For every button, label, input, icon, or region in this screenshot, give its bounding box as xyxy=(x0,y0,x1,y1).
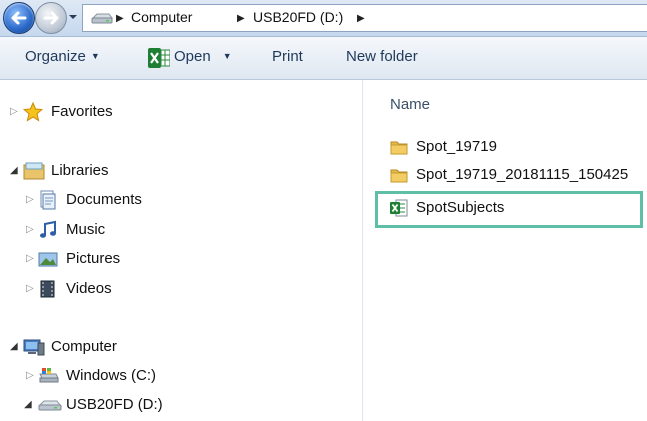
expand-arrow-icon[interactable]: ▷ xyxy=(26,194,34,205)
nav-item-libraries[interactable]: ◢ Libraries xyxy=(0,159,300,185)
forward-button[interactable] xyxy=(35,2,67,34)
drive-icon xyxy=(91,13,113,24)
organize-label: Organize xyxy=(25,48,86,65)
usb-drive-icon xyxy=(38,400,62,411)
nav-item-documents[interactable]: ▷ Documents xyxy=(0,188,300,214)
collapse-arrow-icon[interactable]: ◢ xyxy=(10,165,18,176)
address-box[interactable]: ▶ Computer ▶ USB20FD (D:) ▶ xyxy=(82,4,647,32)
new-folder-button[interactable]: New folder xyxy=(346,48,418,65)
breadcrumb-chevron-icon[interactable]: ▶ xyxy=(116,13,124,24)
star-icon xyxy=(23,102,43,122)
computer-icon xyxy=(23,339,45,356)
nav-label: Favorites xyxy=(51,103,113,120)
expand-arrow-icon[interactable]: ▷ xyxy=(26,370,34,381)
forward-arrow-icon xyxy=(43,11,59,25)
excel-icon xyxy=(148,48,170,68)
nav-item-computer[interactable]: ◢ Computer xyxy=(0,335,300,361)
file-list: Name Spot_19719 Spot_19719_20181115_1504… xyxy=(363,80,647,421)
expand-arrow-icon[interactable]: ▷ xyxy=(26,283,34,294)
nav-label: Computer xyxy=(51,338,117,355)
nav-label: Windows (C:) xyxy=(66,367,157,384)
chevron-down-icon: ▼ xyxy=(222,51,232,61)
nav-item-pictures[interactable]: ▷ Pictures xyxy=(0,247,300,273)
folder-icon xyxy=(390,169,408,183)
open-menu-button[interactable]: Open ▼ xyxy=(174,48,232,65)
command-toolbar: Organize ▼ Open ▼ Print New folder xyxy=(0,37,647,80)
excel-file-icon xyxy=(390,199,408,217)
expand-arrow-icon[interactable]: ▷ xyxy=(26,224,34,235)
file-name: SpotSubjects xyxy=(416,199,505,216)
list-item[interactable]: Spot_19719_20181115_150425 xyxy=(363,163,633,189)
collapse-arrow-icon[interactable]: ◢ xyxy=(10,341,18,352)
breadcrumb-usb-drive[interactable]: USB20FD (D:) xyxy=(253,9,343,25)
nav-label: Music xyxy=(66,221,106,238)
nav-label: Pictures xyxy=(66,250,121,267)
list-item[interactable]: Spot_19719 xyxy=(363,135,633,161)
nav-item-usb-drive[interactable]: ◢ USB20FD (D:) xyxy=(0,393,300,419)
list-item[interactable]: SpotSubjects xyxy=(363,196,633,222)
nav-item-videos[interactable]: ▷ Videos xyxy=(0,277,300,303)
print-button[interactable]: Print xyxy=(272,48,303,65)
nav-item-favorites[interactable]: ▷ Favorites xyxy=(0,100,300,126)
breadcrumb-computer[interactable]: Computer xyxy=(131,9,192,25)
back-button[interactable] xyxy=(3,2,35,34)
videos-icon xyxy=(40,280,55,298)
recent-pages-dropdown-icon[interactable] xyxy=(68,12,78,22)
documents-icon xyxy=(40,190,56,210)
nav-label: Libraries xyxy=(51,162,109,179)
nav-label: Documents xyxy=(66,191,142,208)
open-label: Open xyxy=(174,48,211,65)
file-name: Spot_19719_20181115_150425 xyxy=(416,166,629,183)
file-name: Spot_19719 xyxy=(416,138,497,155)
breadcrumb-chevron-icon[interactable]: ▶ xyxy=(237,13,245,24)
chevron-down-icon: ▼ xyxy=(90,51,100,61)
nav-item-windows-drive[interactable]: ▷ Windows (C:) xyxy=(0,364,300,390)
column-header-name[interactable]: Name xyxy=(390,96,430,113)
music-icon xyxy=(40,220,56,238)
address-bar: ▶ Computer ▶ USB20FD (D:) ▶ xyxy=(0,0,647,37)
breadcrumb-chevron-icon[interactable]: ▶ xyxy=(357,13,365,24)
pictures-icon xyxy=(38,252,58,267)
expand-arrow-icon[interactable]: ▷ xyxy=(26,253,34,264)
nav-label: Videos xyxy=(66,280,112,297)
navigation-pane: ▷ Favorites ◢ Libraries ▷ Documents ▷ Mu… xyxy=(0,80,362,421)
folder-icon xyxy=(390,141,408,155)
nav-label: USB20FD (D:) xyxy=(66,396,163,413)
collapse-arrow-icon[interactable]: ◢ xyxy=(24,399,32,410)
back-arrow-icon xyxy=(11,11,27,25)
libraries-icon xyxy=(23,162,45,180)
nav-item-music[interactable]: ▷ Music xyxy=(0,218,300,244)
organize-menu-button[interactable]: Organize ▼ xyxy=(25,48,100,65)
windows-drive-icon xyxy=(39,368,59,383)
expand-arrow-icon[interactable]: ▷ xyxy=(10,106,18,117)
